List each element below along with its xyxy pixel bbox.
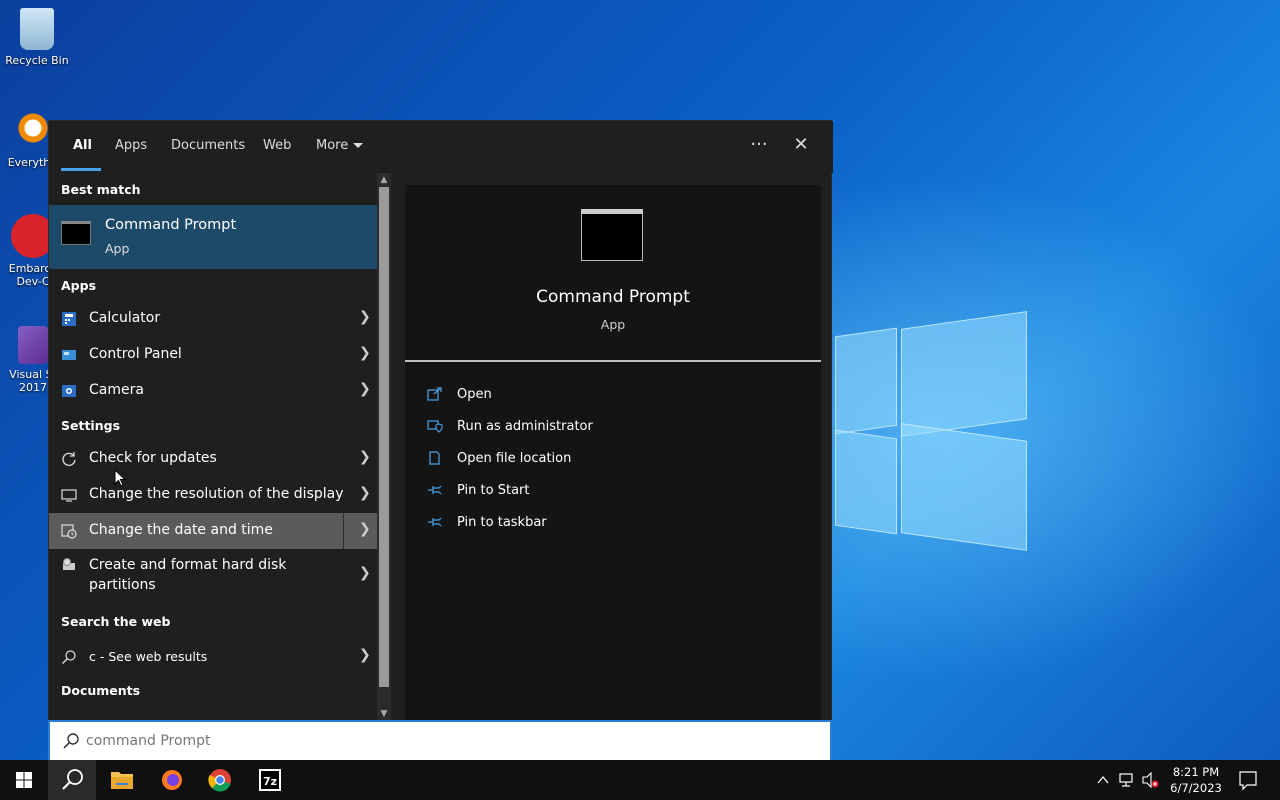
chevron-right-icon[interactable]: ❯ [359, 565, 371, 581]
taskbar: 7z 8:21 PM 6/7/2023 [0, 760, 1280, 800]
taskbar-clock[interactable]: 8:21 PM 6/7/2023 [1162, 764, 1230, 796]
tab-all[interactable]: All [73, 138, 92, 153]
svg-text:7z: 7z [263, 775, 277, 788]
scrollbar-thumb[interactable] [379, 187, 389, 687]
close-icon[interactable]: ✕ [787, 133, 815, 159]
result-web-search[interactable]: c - See web results ❯ [49, 639, 377, 675]
chevron-right-icon[interactable]: ❯ [359, 309, 371, 325]
caret-down-icon [353, 143, 364, 148]
chevron-right-icon[interactable]: ❯ [359, 647, 371, 663]
detail-pane: Command Prompt App Open Run as administr… [405, 185, 821, 761]
detail-subtitle: App [600, 317, 626, 332]
desktop-icon-recycle-bin[interactable]: Recycle Bin [2, 8, 72, 67]
taskbar-search-button[interactable] [48, 760, 96, 800]
shield-icon [427, 420, 443, 433]
pin-icon [428, 517, 442, 527]
result-change-resolution[interactable]: Change the resolution of the display ❯ [49, 477, 377, 513]
section-documents: Documents [61, 683, 141, 698]
chevron-right-icon[interactable]: ❯ [359, 449, 371, 465]
search-input[interactable] [86, 728, 786, 754]
search-icon [63, 733, 79, 749]
chevron-right-icon[interactable]: ❯ [359, 345, 371, 361]
results-list: Best match Command Prompt App Apps Calcu… [49, 173, 377, 761]
search-panel: All Apps Documents Web More ··· ✕ Best m… [48, 120, 833, 761]
monitor-icon [61, 489, 77, 502]
chevron-up-icon [1097, 775, 1109, 784]
result-control-panel[interactable]: Control Panel ❯ [49, 337, 377, 373]
tab-apps[interactable]: Apps [115, 138, 147, 153]
camera-icon [62, 385, 76, 397]
mouse-cursor-icon [114, 469, 126, 487]
command-prompt-icon [61, 221, 91, 245]
network-icon [1119, 773, 1133, 787]
action-open-file-location[interactable]: Open file location [427, 447, 807, 471]
file-location-icon [429, 451, 440, 465]
show-hidden-icons-button[interactable] [1094, 760, 1112, 800]
taskbar-chrome[interactable] [196, 760, 244, 800]
tab-web[interactable]: Web [263, 138, 291, 153]
chevron-right-icon[interactable]: ❯ [359, 521, 371, 537]
network-button[interactable] [1116, 760, 1138, 800]
start-button[interactable] [0, 760, 48, 800]
results-scrollbar[interactable]: ▲ ▼ [377, 173, 391, 721]
ellipsis-icon[interactable]: ··· [745, 133, 773, 159]
volume-button[interactable] [1140, 760, 1162, 800]
search-tabs: All Apps Documents Web More ··· ✕ [49, 121, 833, 173]
chrome-icon [208, 769, 231, 792]
clock-date: 6/7/2023 [1170, 781, 1222, 795]
search-box[interactable] [48, 720, 832, 760]
section-settings: Settings [61, 418, 121, 433]
scroll-down-arrow-icon[interactable]: ▼ [377, 707, 391, 721]
tab-documents[interactable]: Documents [171, 138, 245, 153]
result-check-updates[interactable]: Check for updates ❯ [49, 441, 377, 477]
calculator-icon [62, 312, 76, 326]
section-apps: Apps [61, 278, 97, 293]
tab-more[interactable]: More [316, 138, 364, 153]
search-icon [62, 769, 83, 790]
detail-divider [405, 360, 821, 362]
result-camera[interactable]: Camera ❯ [49, 373, 377, 409]
clock-time: 8:21 PM [1172, 765, 1220, 779]
result-create-format-partitions[interactable]: Create and format hard disk partitions ❯ [49, 551, 377, 599]
taskbar-firefox[interactable] [148, 760, 196, 800]
7zip-icon: 7z [259, 769, 281, 791]
command-prompt-large-icon [581, 209, 643, 261]
windows-logo-wallpaper [835, 310, 1030, 551]
scroll-up-arrow-icon[interactable]: ▲ [377, 173, 391, 187]
best-match-item[interactable]: Command Prompt App [49, 205, 377, 269]
action-pin-to-start[interactable]: Pin to Start [427, 479, 807, 503]
action-open[interactable]: Open [427, 383, 807, 407]
search-icon [62, 650, 76, 664]
result-calculator[interactable]: Calculator ❯ [49, 301, 377, 337]
volume-muted-icon [1142, 771, 1159, 789]
active-tab-indicator [61, 168, 101, 171]
recycle-bin-icon [20, 8, 54, 50]
control-panel-icon [62, 350, 76, 360]
action-pin-to-taskbar[interactable]: Pin to taskbar [427, 511, 807, 535]
chevron-right-icon[interactable]: ❯ [359, 381, 371, 397]
disk-management-icon [63, 558, 75, 570]
chevron-right-icon[interactable]: ❯ [359, 485, 371, 501]
pin-icon [428, 485, 442, 495]
visual-studio-icon [18, 326, 48, 364]
section-search-web: Search the web [61, 614, 171, 629]
open-icon [427, 387, 442, 401]
notification-icon [1239, 771, 1257, 791]
result-change-date-time[interactable]: Change the date and time ❯ [49, 513, 377, 549]
action-center-button[interactable] [1236, 760, 1260, 800]
folder-icon [111, 772, 133, 789]
refresh-icon [62, 452, 76, 466]
windows-start-icon [16, 772, 32, 788]
detail-title: Command Prompt [536, 287, 690, 307]
everything-icon [9, 112, 49, 152]
calendar-clock-icon [61, 524, 77, 539]
action-run-as-admin[interactable]: Run as administrator [427, 415, 807, 439]
taskbar-file-explorer[interactable] [98, 760, 146, 800]
section-best-match: Best match [61, 182, 141, 197]
firefox-icon [162, 770, 182, 790]
taskbar-7zip[interactable]: 7z [246, 760, 294, 800]
